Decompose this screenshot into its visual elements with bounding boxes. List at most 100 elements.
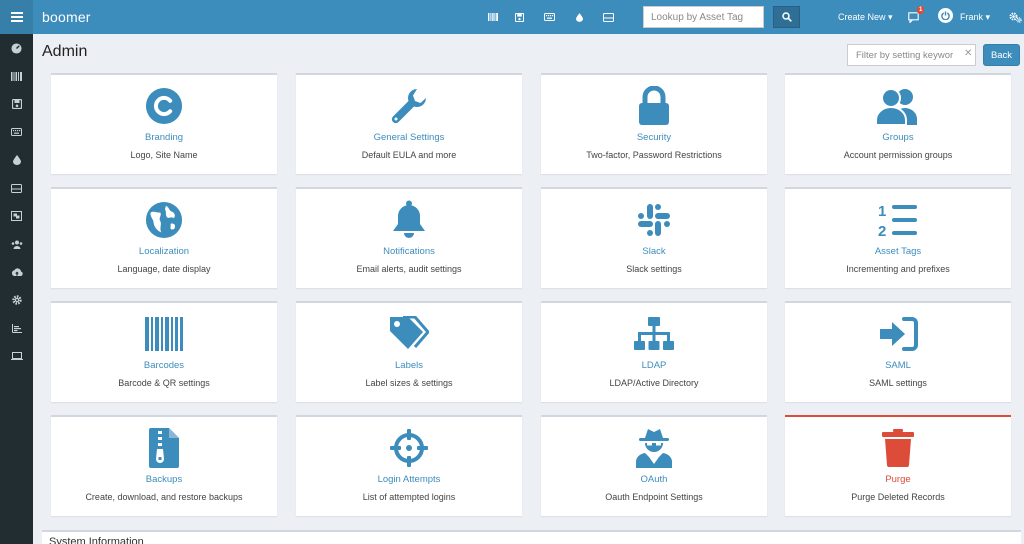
tile-title[interactable]: Slack [541,246,767,257]
tile-title[interactable]: SAML [785,360,1011,371]
tile-description: Language, date display [117,264,211,274]
tile-description: Oauth Endpoint Settings [605,492,703,502]
tile-title[interactable]: Asset Tags [785,246,1011,257]
settings-tile-backups[interactable]: Backups Create, download, and restore ba… [51,415,277,516]
settings-tile-localization[interactable]: Localization Language, date display [51,187,277,288]
settings-tile-notifications[interactable]: Notifications Email alerts, audit settin… [296,187,522,288]
svg-text:1: 1 [878,203,886,220]
brand-logo[interactable]: boomer [42,9,91,25]
tile-title[interactable]: Labels [296,360,522,371]
sidebar-toggle-button[interactable] [0,0,33,34]
page-title: Admin [42,43,88,60]
cogs-icon [1009,12,1022,23]
sidebar-item-accessories[interactable] [0,118,33,146]
tile-description: Barcode & QR settings [118,378,210,388]
nav-consumables-button[interactable] [571,9,587,25]
bell-icon [393,200,425,238]
user-menu-dropdown[interactable]: Frank ▾ [960,12,990,23]
power-off-icon [941,11,950,20]
chart-bar-icon [11,323,22,333]
settings-tile-purge[interactable]: Purge Purge Deleted Records [785,415,1011,516]
sidebar-item-kits[interactable] [0,202,33,230]
settings-tile-login-attempts[interactable]: Login Attempts List of attempted logins [296,415,522,516]
hdd-icon [602,12,614,22]
sidebar-item-dashboard[interactable] [0,34,33,62]
lock-icon [639,86,669,125]
tile-title[interactable]: Localization [51,246,277,257]
sidebar-item-components[interactable] [0,174,33,202]
settings-tile-barcodes[interactable]: Barcodes Barcode & QR settings [51,301,277,402]
sidebar-item-settings[interactable] [0,286,33,314]
tile-title[interactable]: Purge [785,474,1011,485]
save-icon [514,12,524,22]
barcode-icon [145,317,183,351]
cloud-upload-icon [11,267,23,276]
tile-description: SAML settings [869,378,927,388]
settings-tile-asset-tags[interactable]: 12 Asset Tags Incrementing and prefixes [785,187,1011,288]
sidebar-item-assets[interactable] [0,62,33,90]
tags-icon [390,316,429,349]
tile-title[interactable]: OAuth [541,474,767,485]
tint-icon [12,155,21,165]
notification-badge: 1 [917,6,925,14]
sign-in-icon [880,317,918,351]
tile-title[interactable]: Groups [785,132,1011,143]
settings-tile-security[interactable]: Security Two-factor, Password Restrictio… [541,73,767,174]
settings-tile-oauth[interactable]: OAuth Oauth Endpoint Settings [541,415,767,516]
tile-title[interactable]: Backups [51,474,277,485]
keyboard-icon [543,13,555,21]
users-icon [875,88,917,125]
nav-licenses-button[interactable] [511,9,527,25]
sitemap-icon [634,317,674,350]
tile-description: Label sizes & settings [365,378,453,388]
settings-tile-ldap[interactable]: LDAP LDAP/Active Directory [541,301,767,402]
sidebar-item-consumables[interactable] [0,146,33,174]
users-icon [11,240,22,249]
search-icon [781,12,792,22]
tile-title[interactable]: Security [541,132,767,143]
file-archive-icon [149,428,179,468]
copyright-icon [145,87,183,125]
tile-title[interactable]: General Settings [296,132,522,143]
barcode-icon [488,13,498,21]
sidebar-item-requestable[interactable] [0,342,33,370]
settings-tile-branding[interactable]: Branding Logo, Site Name [51,73,277,174]
tile-title[interactable]: Notifications [296,246,522,257]
tile-title[interactable]: Barcodes [51,360,277,371]
system-information-panel: System Information [42,530,1021,544]
settings-tile-groups[interactable]: Groups Account permission groups [785,73,1011,174]
create-new-dropdown[interactable]: Create New ▾ [838,12,893,23]
barcode-icon [11,71,22,81]
asset-tag-search-input[interactable] [643,6,764,28]
tile-description: Two-factor, Password Restrictions [586,150,722,160]
tile-title[interactable]: LDAP [541,360,767,371]
clear-filter-icon[interactable]: ✕ [964,48,972,59]
tile-description: Account permission groups [843,150,953,160]
sidebar-item-import[interactable] [0,258,33,286]
sidebar-item-reports[interactable] [0,314,33,342]
wrench-icon [391,88,426,124]
tile-title[interactable]: Branding [51,132,277,143]
settings-filter-input[interactable] [847,44,976,66]
list-ol-icon: 12 [878,203,917,238]
back-button[interactable]: Back [983,44,1020,66]
settings-tile-general[interactable]: General Settings Default EULA and more [296,73,522,174]
sidebar-item-licenses[interactable] [0,90,33,118]
asset-search-button[interactable] [773,6,800,28]
sidebar-item-people[interactable] [0,230,33,258]
globe-icon [145,201,183,239]
settings-tile-slack[interactable]: Slack Slack settings [541,187,767,288]
nav-assets-button[interactable] [485,9,501,25]
settings-tile-labels[interactable]: Labels Label sizes & settings [296,301,522,402]
tile-description: Default EULA and more [361,150,457,160]
tile-description: Email alerts, audit settings [356,264,462,274]
tile-description: Logo, Site Name [130,150,198,160]
control-sidebar-toggle[interactable] [1009,10,1022,28]
hdd-icon [11,183,22,193]
user-avatar[interactable] [938,8,953,23]
nav-components-button[interactable] [600,9,616,25]
tile-description: LDAP/Active Directory [609,378,699,388]
settings-tile-saml[interactable]: SAML SAML settings [785,301,1011,402]
tile-title[interactable]: Login Attempts [296,474,522,485]
nav-accessories-button[interactable] [541,9,557,25]
